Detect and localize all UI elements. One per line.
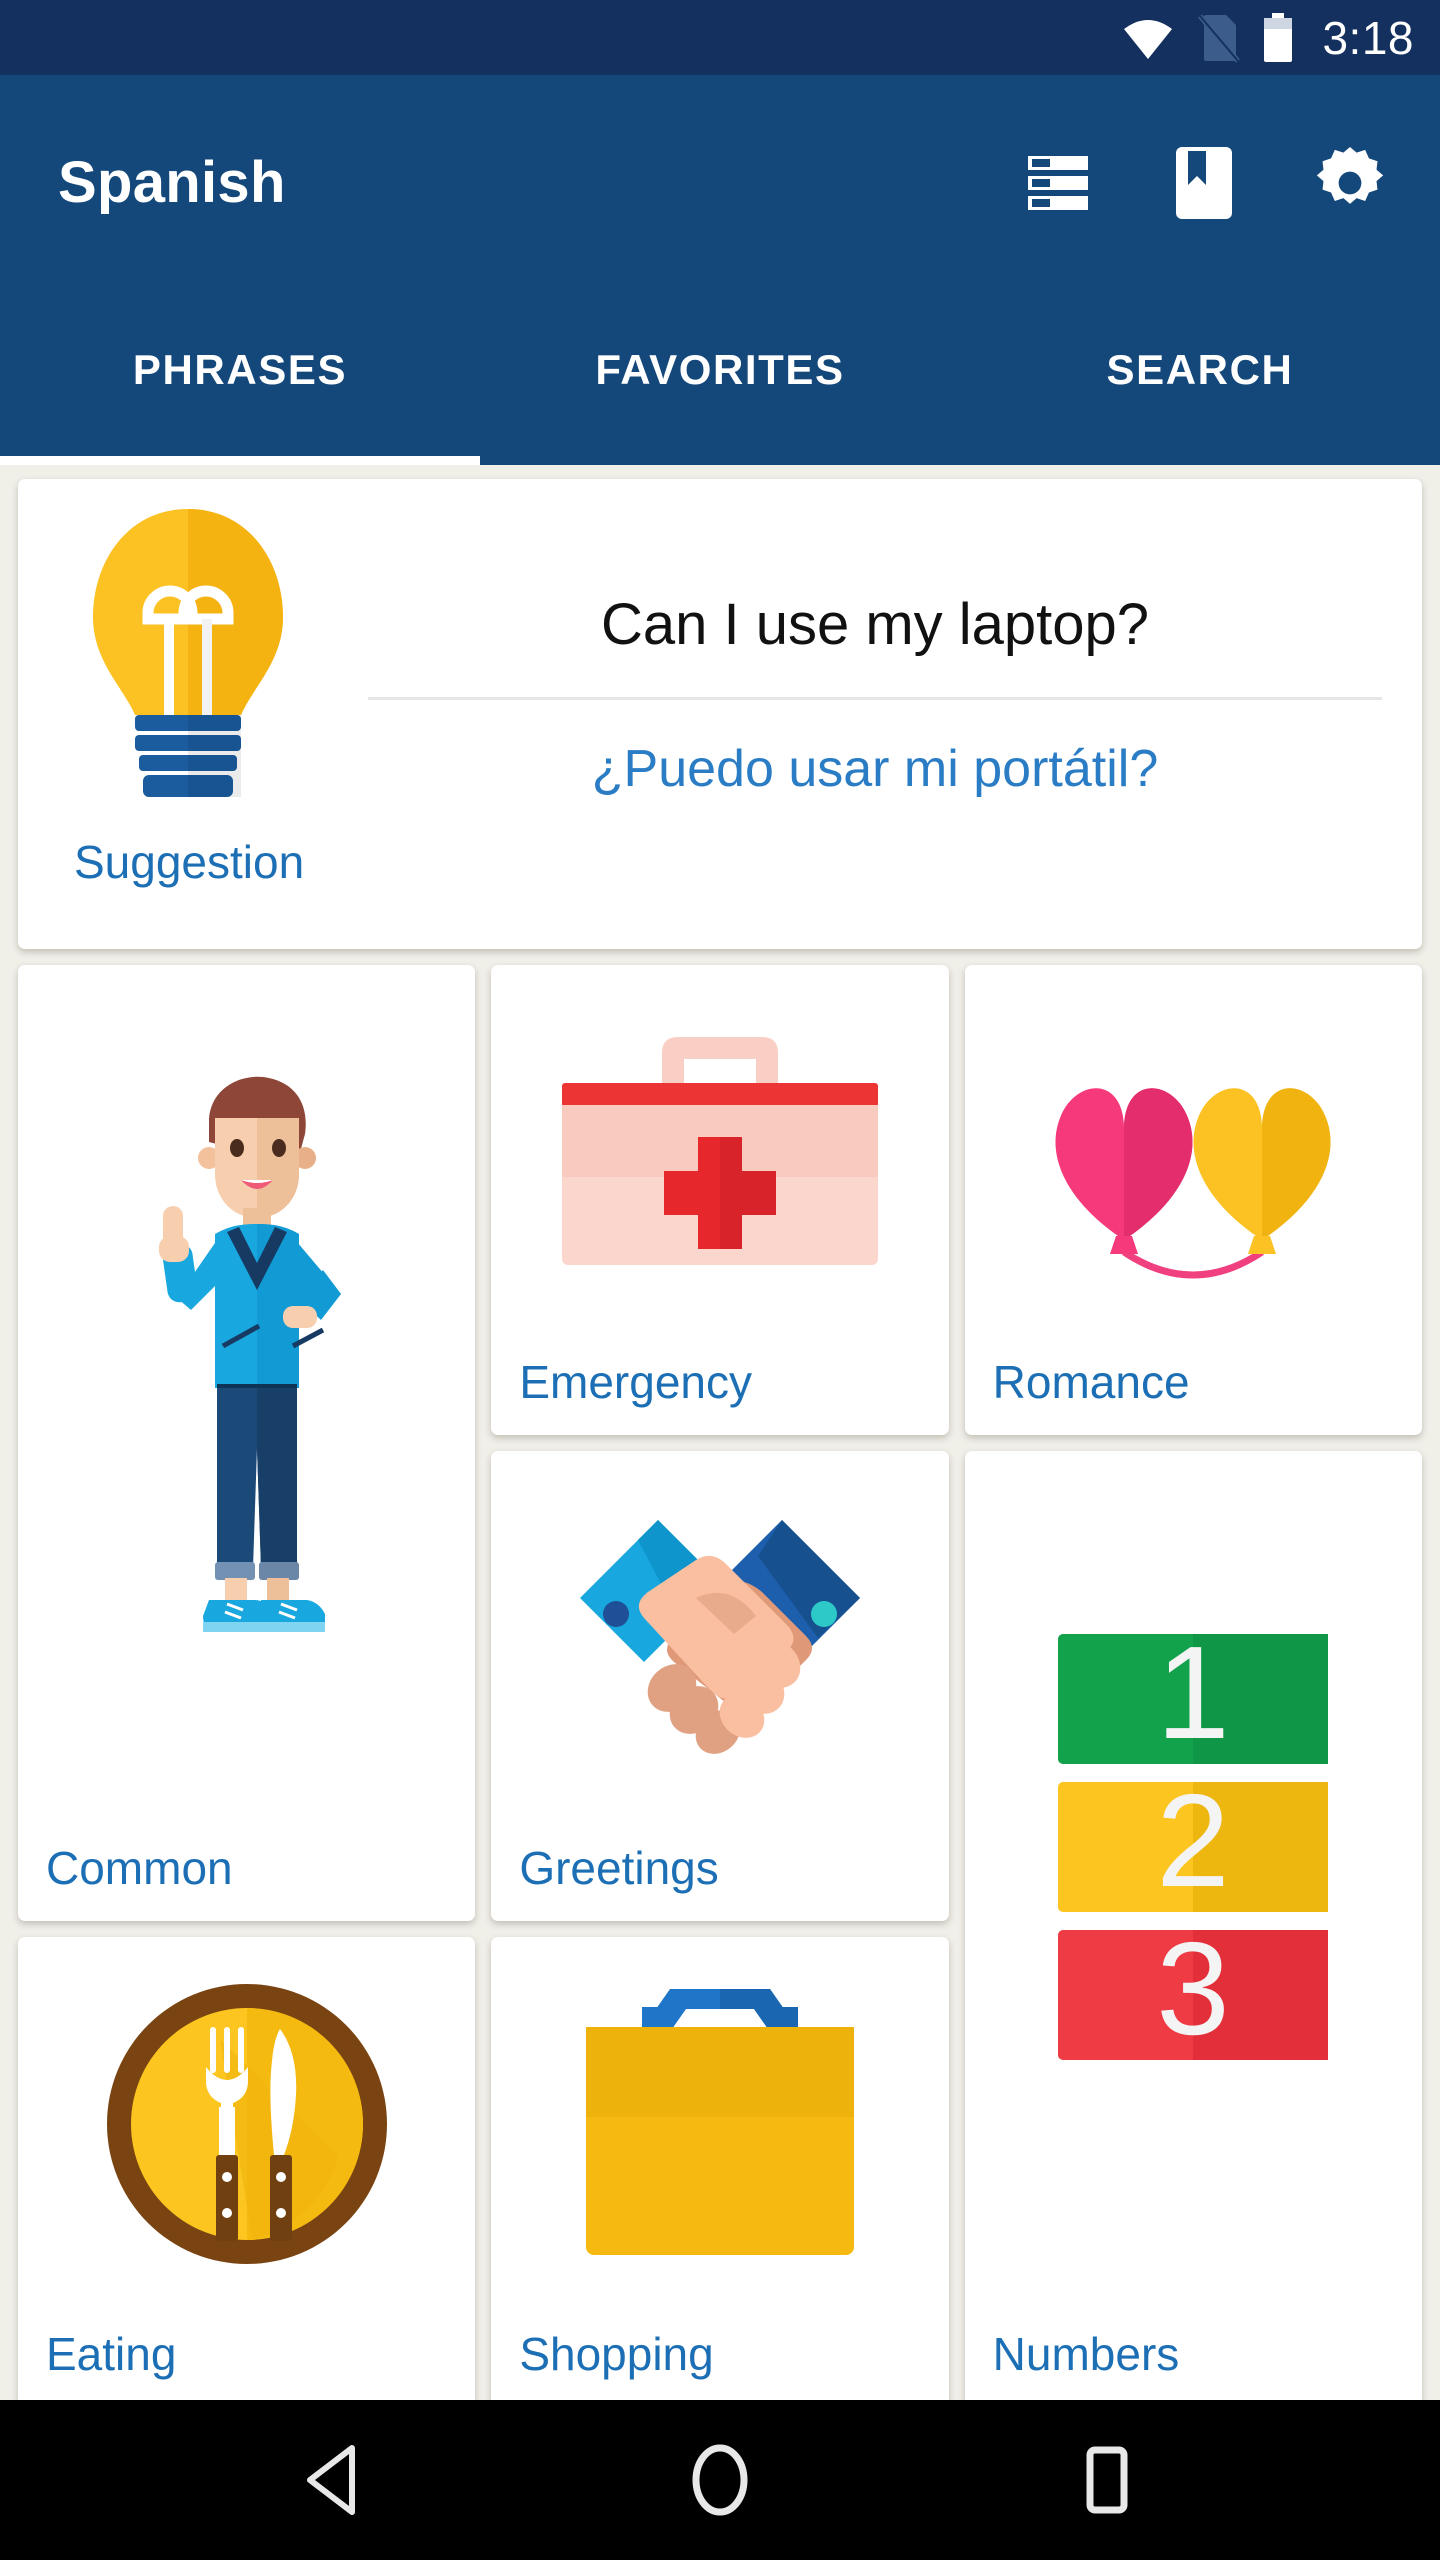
category-grid: Common Emergency Romance Greetings 1 2 3…: [10, 965, 1430, 2400]
suggestion-card[interactable]: Suggestion Can I use my laptop? ¿Puedo u…: [18, 479, 1422, 949]
svg-text:3: 3: [1157, 1915, 1230, 2062]
phrase-list-icon[interactable]: [1022, 147, 1094, 219]
status-bar-clock: 3:18: [1322, 11, 1414, 64]
first-aid-kit-icon: [491, 965, 948, 1339]
category-tile-eating[interactable]: Eating: [18, 1937, 476, 2400]
tab-phrases-label: PHRASES: [132, 345, 348, 393]
category-label-common: Common: [46, 1842, 233, 1894]
app-bar: Spanish: [0, 75, 1440, 290]
square-icon: [1086, 2446, 1128, 2514]
handshake-icon: [491, 1451, 948, 1825]
category-tile-shopping[interactable]: Shopping: [491, 1937, 949, 2400]
category-label-greetings: Greetings: [519, 1842, 719, 1894]
triangle-left-icon: [307, 2445, 356, 2515]
bookmark-icon[interactable]: [1168, 146, 1240, 219]
back-button[interactable]: [273, 2420, 393, 2540]
battery-icon: [1262, 12, 1294, 63]
number-blocks-icon: 1 2 3: [965, 1451, 1422, 2297]
status-bar: 3:18: [0, 0, 1440, 75]
tab-favorites-label: FAVORITES: [595, 345, 845, 393]
category-label-shopping: Shopping: [519, 2328, 714, 2380]
category-label-numbers: Numbers: [992, 2328, 1180, 2380]
suggestion-english: Can I use my laptop?: [600, 592, 1150, 658]
tab-search-label: SEARCH: [1106, 345, 1294, 393]
recents-button[interactable]: [1047, 2420, 1167, 2540]
lightbulb-icon: [93, 509, 283, 797]
category-tile-romance[interactable]: Romance: [964, 965, 1422, 1435]
category-tile-common[interactable]: Common: [18, 965, 476, 1921]
tab-phrases[interactable]: PHRASES: [0, 290, 480, 465]
shopping-bag-icon: [491, 1937, 948, 2311]
category-label-romance: Romance: [992, 1356, 1190, 1408]
plate-cutlery-icon: [18, 1937, 475, 2311]
category-tile-numbers[interactable]: 1 2 3 Numbers: [964, 1451, 1422, 2400]
suggestion-divider: [368, 696, 1382, 700]
svg-text:2: 2: [1157, 1767, 1230, 1914]
circle-icon: [692, 2444, 748, 2516]
wifi-icon: [1122, 17, 1174, 59]
suggestion-spanish: ¿Puedo usar mi portátil?: [591, 739, 1159, 798]
standing-man-icon: [18, 965, 475, 1811]
category-tile-greetings[interactable]: Greetings: [491, 1451, 949, 1921]
category-tile-emergency[interactable]: Emergency: [491, 965, 949, 1435]
gear-icon[interactable]: [1314, 146, 1386, 219]
tab-search[interactable]: SEARCH: [960, 290, 1440, 465]
svg-text:1: 1: [1157, 1634, 1230, 1766]
category-label-emergency: Emergency: [519, 1356, 752, 1408]
sim-card-off-icon: [1196, 13, 1241, 63]
tab-bar: PHRASES FAVORITES SEARCH: [0, 290, 1440, 465]
android-nav-bar: [0, 2400, 1440, 2560]
page-title: Spanish: [58, 150, 286, 215]
category-label-eating: Eating: [46, 2328, 177, 2380]
suggestion-text: Can I use my laptop? ¿Puedo usar mi port…: [358, 479, 1422, 949]
tab-favorites[interactable]: FAVORITES: [480, 290, 960, 465]
home-button[interactable]: [660, 2420, 780, 2540]
heart-balloons-icon: [965, 965, 1422, 1339]
suggestion-label: Suggestion: [74, 836, 305, 888]
phrases-content: Suggestion Can I use my laptop? ¿Puedo u…: [0, 465, 1440, 2400]
app-bar-actions: [1022, 146, 1386, 219]
